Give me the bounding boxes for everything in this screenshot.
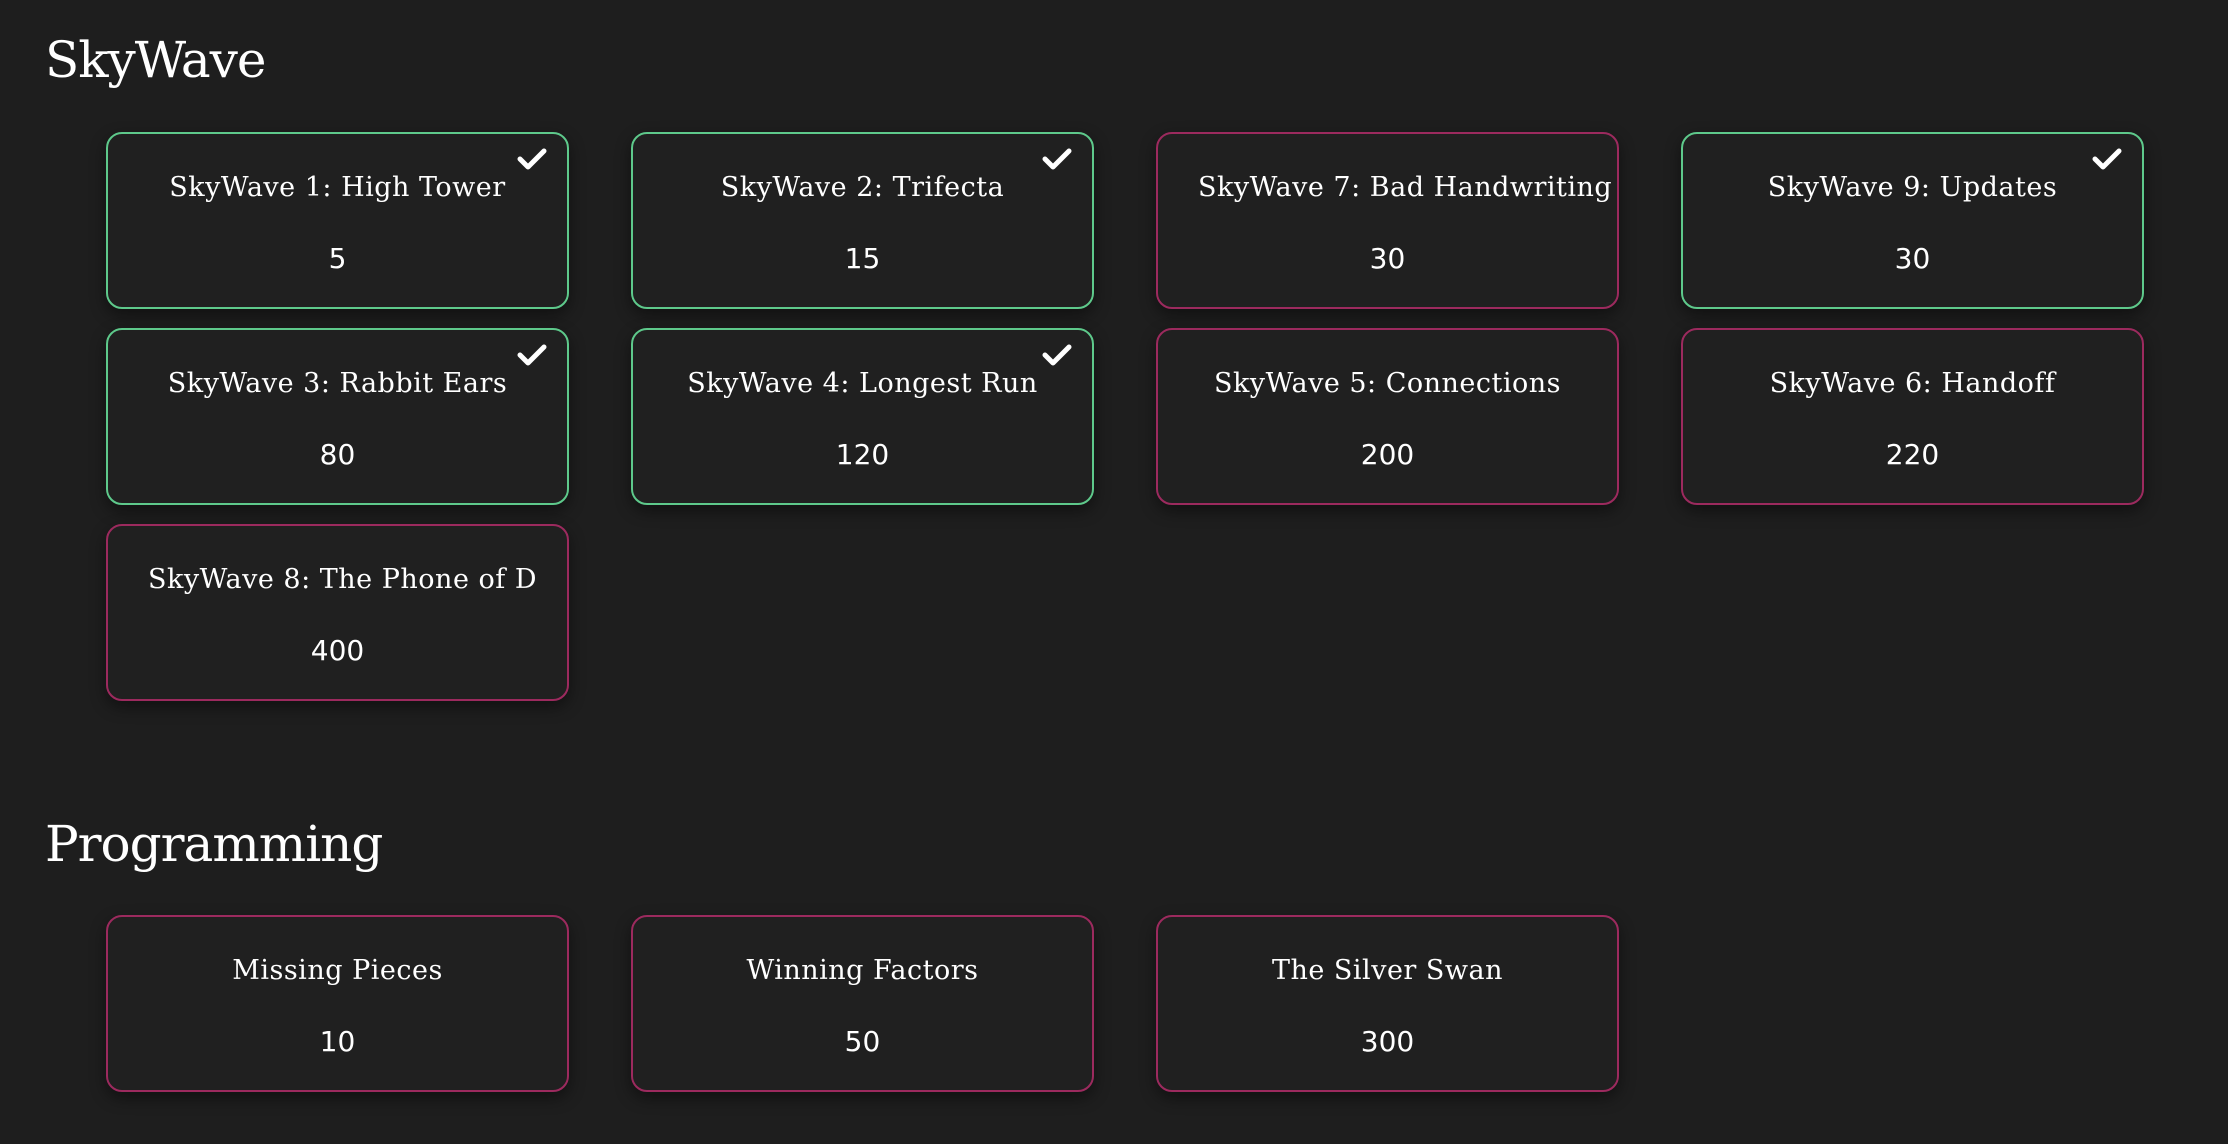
challenge-card[interactable]: Winning Factors 50	[631, 915, 1094, 1092]
challenge-name: Winning Factors	[746, 955, 979, 986]
challenge-card[interactable]: SkyWave 6: Handoff 220	[1681, 328, 2144, 505]
challenge-points: 200	[1360, 438, 1415, 471]
challenge-card[interactable]: SkyWave 9: Updates 30	[1681, 132, 2144, 309]
challenge-points: 50	[844, 1025, 881, 1058]
challenge-card[interactable]: SkyWave 4: Longest Run 120	[631, 328, 1094, 505]
challenge-card[interactable]: SkyWave 5: Connections 200	[1156, 328, 1619, 505]
challenge-name: SkyWave 4: Longest Run	[687, 368, 1038, 399]
category-title: SkyWave	[45, 31, 266, 89]
challenge-grid: SkyWave 1: High Tower 5 SkyWave 2: Trife…	[106, 132, 2144, 701]
challenge-card[interactable]: The Silver Swan 300	[1156, 915, 1619, 1092]
challenge-points: 30	[1894, 242, 1931, 275]
challenge-points: 300	[1360, 1025, 1415, 1058]
challenge-card[interactable]: Missing Pieces 10	[106, 915, 569, 1092]
challenge-name: The Silver Swan	[1271, 955, 1504, 986]
challenge-name: Missing Pieces	[232, 955, 443, 986]
challenge-card[interactable]: SkyWave 7: Bad Handwriting 30	[1156, 132, 1619, 309]
challenge-name: SkyWave 5: Connections	[1213, 368, 1562, 399]
challenge-card[interactable]: SkyWave 3: Rabbit Ears 80	[106, 328, 569, 505]
challenge-points: 15	[844, 242, 881, 275]
challenge-name: SkyWave 1: High Tower	[169, 172, 506, 203]
challenge-name: SkyWave 2: Trifecta	[720, 172, 1005, 203]
challenge-card[interactable]: SkyWave 8: The Phone of D 400	[106, 524, 569, 701]
category-title: Programming	[45, 815, 383, 873]
challenge-name: SkyWave 8: The Phone of D	[148, 564, 537, 595]
challenge-name: SkyWave 6: Handoff	[1769, 368, 2056, 399]
challenge-points: 120	[835, 438, 890, 471]
challenge-name: SkyWave 3: Rabbit Ears	[167, 368, 508, 399]
challenge-points: 10	[319, 1025, 356, 1058]
challenge-card[interactable]: SkyWave 2: Trifecta 15	[631, 132, 1094, 309]
challenge-points: 30	[1369, 242, 1406, 275]
challenge-points: 5	[328, 242, 347, 275]
challenge-card[interactable]: SkyWave 1: High Tower 5	[106, 132, 569, 309]
challenge-name: SkyWave 9: Updates	[1767, 172, 2058, 203]
challenge-points: 220	[1885, 438, 1940, 471]
challenge-name: SkyWave 7: Bad Handwriting	[1198, 172, 1613, 203]
challenge-points: 80	[319, 438, 356, 471]
challenge-points: 400	[310, 634, 365, 667]
challenge-grid: Missing Pieces 10 Winning Factors 50 The…	[106, 915, 2144, 1092]
